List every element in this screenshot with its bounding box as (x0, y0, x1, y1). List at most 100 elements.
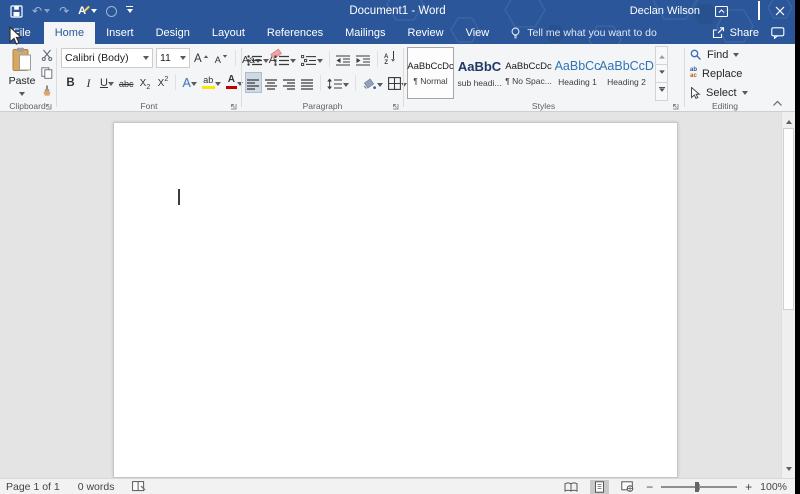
save-icon[interactable] (10, 4, 23, 18)
align-right-button[interactable] (282, 73, 297, 92)
clipboard-mini-buttons (41, 49, 53, 97)
replace-label: Replace (702, 67, 743, 80)
share-icon (712, 27, 725, 39)
style-heading-1[interactable]: AaBbCc Heading 1 (554, 47, 601, 99)
styles-more-button[interactable] (655, 82, 668, 101)
paragraph-dialog-launcher[interactable] (391, 102, 399, 110)
screen-edge (795, 0, 800, 494)
zoom-slider-thumb[interactable] (694, 481, 699, 492)
undo-icon[interactable]: ↶ (32, 5, 51, 17)
document-page[interactable] (113, 122, 678, 478)
copy-icon[interactable] (41, 67, 53, 79)
scroll-down-button[interactable] (782, 463, 795, 477)
word-count[interactable]: 0 words (78, 481, 115, 493)
styles-scroll-down-button[interactable] (655, 64, 668, 83)
paste-label: Paste (8, 75, 36, 87)
font-dialog-launcher[interactable] (229, 102, 237, 110)
styles-dialog-launcher[interactable] (671, 102, 679, 110)
tab-mailings[interactable]: Mailings (334, 22, 396, 44)
font-family-combobox[interactable]: Calibri (Body) (61, 48, 153, 68)
multilevel-list-button[interactable] (300, 49, 324, 68)
select-icon (690, 86, 701, 99)
tab-insert[interactable]: Insert (95, 22, 145, 44)
tell-me-label: Tell me what you want to do (527, 27, 657, 39)
tab-design[interactable]: Design (145, 22, 201, 44)
share-button[interactable]: Share (712, 27, 759, 39)
style-pen-icon[interactable]: A (78, 5, 98, 17)
styles-group-label: Styles (531, 101, 556, 111)
quick-access-toolbar: ↶ ↷ A (10, 0, 134, 22)
read-mode-button[interactable] (560, 481, 582, 493)
signed-in-user[interactable]: Declan Wilson (630, 5, 700, 17)
line-spacing-button[interactable] (326, 73, 350, 92)
sort-button[interactable]: A Z (383, 49, 398, 68)
superscript-button[interactable]: X 2 (155, 72, 170, 91)
find-button[interactable]: Find (690, 46, 764, 63)
align-center-button[interactable] (264, 73, 279, 92)
format-painter-icon[interactable] (41, 85, 53, 97)
maximize-button[interactable] (758, 1, 760, 20)
bullets-button[interactable] (246, 49, 270, 68)
scroll-up-button[interactable] (782, 113, 795, 127)
grow-font-button[interactable]: A (193, 49, 211, 68)
font-size-combobox[interactable]: 11 (156, 48, 190, 68)
status-bar: Page 1 of 1 0 words − + 100% (0, 478, 795, 494)
numbering-button[interactable] (273, 49, 297, 68)
align-left-button[interactable] (245, 72, 262, 93)
tab-home[interactable]: Home (43, 22, 96, 44)
editing-group-label: Editing (712, 101, 738, 111)
subscript-button[interactable]: X 2 (137, 72, 152, 92)
proofing-icon[interactable] (132, 481, 146, 492)
replace-button[interactable]: ab ac Replace (690, 65, 764, 82)
paste-dropdown-caret[interactable] (19, 92, 25, 99)
mouse-cursor (9, 26, 23, 46)
increase-indent-button[interactable] (355, 49, 372, 68)
shrink-font-button[interactable]: A (214, 49, 230, 68)
page-indicator[interactable]: Page 1 of 1 (6, 481, 60, 493)
ribbon: Paste Clipboard Calibri (Body) 11 A A A … (0, 44, 795, 112)
zoom-in-button[interactable]: + (745, 480, 752, 494)
tab-layout[interactable]: Layout (201, 22, 256, 44)
justify-button[interactable] (300, 73, 315, 92)
collapse-ribbon-button[interactable] (772, 100, 783, 107)
redo-icon[interactable]: ↷ (59, 5, 69, 17)
close-button[interactable] (775, 6, 785, 16)
underline-button[interactable]: U (99, 72, 115, 91)
select-label: Select (706, 86, 737, 99)
web-layout-button[interactable] (617, 480, 638, 493)
clipboard-dialog-launcher[interactable] (44, 102, 52, 110)
tell-me-box[interactable]: Tell me what you want to do (510, 22, 657, 44)
select-button[interactable]: Select (690, 84, 764, 101)
cut-icon[interactable] (41, 49, 53, 61)
zoom-percentage[interactable]: 100% (760, 481, 787, 493)
italic-button[interactable]: I (81, 72, 96, 91)
styles-gallery: AaBbCcDc ¶ Normal AaBbC sub headi... AaB… (407, 47, 654, 99)
scrollbar-thumb[interactable] (783, 128, 794, 310)
style-normal[interactable]: AaBbCcDc ¶ Normal (407, 47, 454, 99)
paste-button[interactable]: Paste (5, 47, 39, 99)
repeat-circle-icon[interactable] (106, 5, 118, 17)
text-effects-button[interactable]: A (181, 72, 197, 91)
tab-view[interactable]: View (455, 22, 501, 44)
tab-references[interactable]: References (256, 22, 334, 44)
bold-button[interactable]: B (63, 72, 78, 91)
tab-review[interactable]: Review (397, 22, 455, 44)
comment-bubble-icon[interactable] (771, 27, 785, 39)
customize-qat-icon[interactable] (126, 6, 134, 16)
style-sub-heading[interactable]: AaBbC sub headi... (456, 47, 503, 99)
text-highlight-button[interactable]: ab (201, 72, 222, 91)
shading-button[interactable] (361, 73, 384, 92)
style-heading-2[interactable]: AaBbCcD Heading 2 (599, 47, 654, 99)
ribbon-display-options-icon[interactable] (715, 5, 728, 17)
word-window: ↶ ↷ A Document1 - Word Declan Wilson Fil… (0, 0, 800, 494)
styles-scroll-up-button[interactable] (655, 46, 668, 65)
title-bar-controls: Declan Wilson (630, 0, 785, 22)
vertical-scrollbar[interactable] (781, 112, 795, 478)
zoom-out-button[interactable]: − (646, 480, 653, 494)
style-no-spacing[interactable]: AaBbCcDc ¶ No Spac... (505, 47, 552, 99)
text-insertion-caret (178, 189, 180, 205)
print-layout-button[interactable] (590, 479, 610, 494)
decrease-indent-button[interactable] (335, 49, 352, 68)
strikethrough-button[interactable]: abc (118, 72, 135, 91)
zoom-slider[interactable] (661, 481, 738, 492)
